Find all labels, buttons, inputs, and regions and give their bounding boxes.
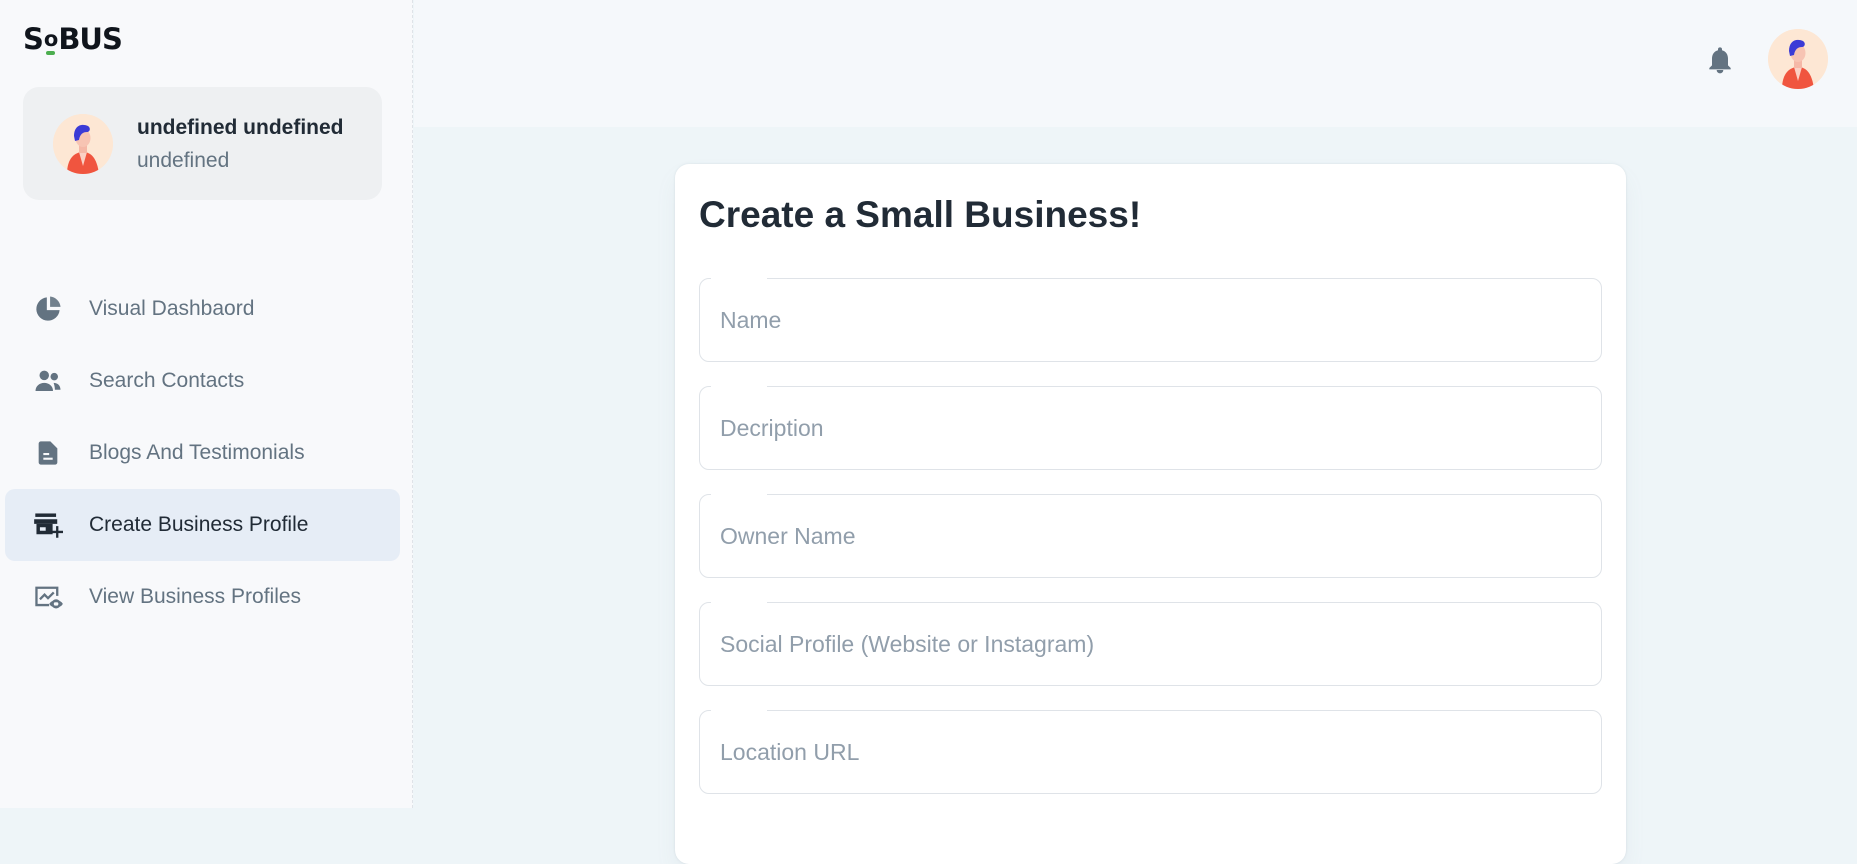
name-input[interactable]: [699, 278, 1602, 362]
field-notch: [711, 386, 767, 389]
create-business-form-card: Create a Small Business!: [675, 164, 1626, 864]
logo-text-o: o: [43, 27, 58, 55]
sobus-logo[interactable]: So BUS: [23, 22, 123, 56]
logo-text-end: BUS: [58, 22, 123, 56]
top-bar: [414, 0, 1857, 127]
form-title: Create a Small Business!: [699, 194, 1142, 235]
user-avatar-icon: [53, 114, 113, 174]
logo-text-start: S: [23, 22, 44, 56]
nav-item-view-business-profiles[interactable]: View Business Profiles: [5, 561, 400, 633]
owner-name-input[interactable]: [699, 494, 1602, 578]
sidebar-nav: Visual Dashbaord Search Contacts Blogs A…: [5, 273, 400, 633]
document-icon: [33, 438, 63, 468]
description-input[interactable]: [699, 386, 1602, 470]
nav-label: Blogs And Testimonials: [89, 441, 305, 464]
people-icon: [33, 366, 63, 396]
nav-label: View Business Profiles: [89, 585, 302, 608]
account-role: undefined: [137, 149, 230, 172]
chart-view-icon: [33, 582, 63, 612]
field-notch: [711, 602, 767, 605]
field-notch: [711, 710, 767, 713]
account-card[interactable]: undefined undefined undefined: [23, 87, 382, 200]
user-avatar-icon[interactable]: [1768, 29, 1828, 89]
field-notch: [711, 494, 767, 497]
field-notch: [711, 278, 767, 281]
location-url-input[interactable]: [699, 710, 1602, 794]
social-profile-input[interactable]: [699, 602, 1602, 686]
nav-label: Search Contacts: [89, 369, 245, 392]
nav-item-visual-dashboard[interactable]: Visual Dashbaord: [5, 273, 400, 345]
nav-label: Visual Dashbaord: [89, 297, 255, 320]
store-add-icon: [33, 510, 63, 540]
nav-item-create-business-profile[interactable]: Create Business Profile: [5, 489, 400, 561]
bell-icon[interactable]: [1704, 44, 1736, 76]
sidebar: So BUS undefined undefined undefined Visu…: [0, 0, 413, 808]
account-name: undefined undefined: [137, 116, 344, 139]
pie-chart-icon: [33, 294, 63, 324]
nav-label: Create Business Profile: [89, 513, 309, 536]
nav-item-search-contacts[interactable]: Search Contacts: [5, 345, 400, 417]
nav-item-blogs-testimonials[interactable]: Blogs And Testimonials: [5, 417, 400, 489]
